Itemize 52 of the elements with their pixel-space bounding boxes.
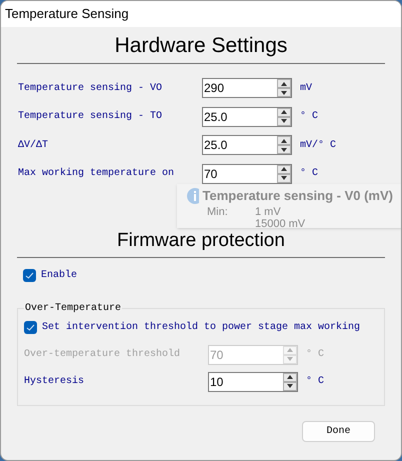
- triangle-up-icon: [280, 138, 288, 144]
- unit-label: ° C: [306, 375, 324, 389]
- checkbox[interactable]: [23, 268, 36, 282]
- tooltip-text: 15000 mV: [255, 218, 306, 230]
- spin-down-button[interactable]: [277, 88, 291, 97]
- spin-box[interactable]: 25.0: [202, 106, 292, 126]
- checkmark-icon: [26, 324, 35, 330]
- spin-down-button[interactable]: [277, 145, 291, 154]
- tooltip-text: Min:: [207, 206, 229, 218]
- unit-label: ° C: [300, 167, 318, 181]
- triangle-down-icon: [280, 118, 288, 124]
- triangle-up-icon: [286, 374, 294, 380]
- unit-label: mV: [300, 82, 312, 96]
- field-label: Temperature sensing - VO: [18, 82, 164, 96]
- triangle-down-icon: [280, 90, 288, 96]
- spin-up-button[interactable]: [277, 164, 291, 174]
- checkbox-label: Set intervention threshold to power stage max working: [42, 320, 360, 334]
- field-label: Max working temperature on: [18, 166, 176, 181]
- triangle-down-icon: [286, 383, 294, 389]
- tooltip-title: Temperature sensing - V0 (mV): [202, 187, 393, 205]
- section-heading: Firmware protection: [117, 228, 285, 252]
- field-label: Temperature sensing - TO: [18, 110, 164, 124]
- group-title: Over-Temperature: [24, 300, 122, 316]
- field-label: Over-temperature threshold: [24, 348, 182, 362]
- checkbox-label: Enable: [41, 268, 78, 282]
- field-label: ΔV/ΔT: [18, 138, 50, 152]
- tooltip-text: 1 mV: [255, 206, 281, 218]
- checkbox[interactable]: [24, 320, 37, 334]
- spin-up-button[interactable]: [277, 79, 291, 88]
- triangle-up-icon: [280, 80, 288, 86]
- spin-up-button[interactable]: [277, 136, 291, 145]
- spin-box[interactable]: 290: [202, 78, 292, 98]
- spin-box[interactable]: 70: [202, 164, 292, 184]
- unit-label: ° C: [300, 110, 318, 124]
- spin-box[interactable]: 10: [208, 372, 298, 392]
- spin-up-button[interactable]: [283, 372, 297, 382]
- section-heading: Hardware Settings: [114, 33, 288, 59]
- triangle-up-icon: [286, 347, 294, 353]
- spin-up-button[interactable]: [277, 108, 291, 116]
- unit-label: mV/° C: [300, 138, 336, 152]
- checkmark-icon: [25, 272, 34, 278]
- unit-label: ° C: [306, 348, 324, 362]
- triangle-down-icon: [280, 175, 288, 181]
- window-title: Temperature Sensing: [5, 5, 129, 24]
- triangle-up-icon: [280, 166, 288, 172]
- triangle-up-icon: [280, 109, 288, 115]
- spin-box[interactable]: 25.0: [202, 135, 292, 155]
- info-icon: [187, 188, 199, 204]
- triangle-down-icon: [280, 146, 288, 152]
- done-button[interactable]: Done: [302, 420, 375, 442]
- triangle-down-icon: [286, 356, 294, 362]
- field-label: Hysteresis: [24, 374, 86, 389]
